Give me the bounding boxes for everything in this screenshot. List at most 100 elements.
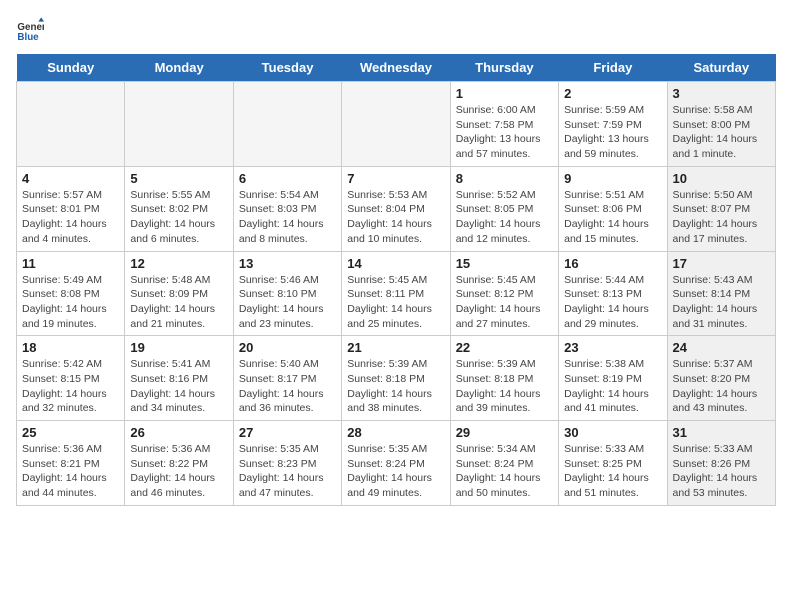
day-number: 7 (347, 171, 444, 186)
day-number: 17 (673, 256, 770, 271)
day-header-saturday: Saturday (667, 54, 775, 82)
day-header-sunday: Sunday (17, 54, 125, 82)
calendar-cell: 23 Sunrise: 5:38 AM Sunset: 8:19 PM Dayli… (559, 336, 667, 421)
calendar-cell: 27 Sunrise: 5:35 AM Sunset: 8:23 PM Dayli… (233, 421, 341, 506)
calendar-cell (233, 82, 341, 167)
calendar-cell: 19Sunrise: 5:41 AM Sunset: 8:16 PM Dayli… (125, 336, 233, 421)
day-info: Sunrise: 5:35 AM Sunset: 8:23 PM Dayligh… (239, 442, 336, 501)
day-info: Sunrise: 5:53 AM Sunset: 8:04 PM Dayligh… (347, 188, 444, 247)
calendar-cell: 3 Sunrise: 5:58 AM Sunset: 8:00 PM Daylig… (667, 82, 775, 167)
day-info: Sunrise: 5:45 AM Sunset: 8:12 PM Dayligh… (456, 273, 553, 332)
day-info: Sunrise: 5:54 AM Sunset: 8:03 PM Dayligh… (239, 188, 336, 247)
calendar-header: SundayMondayTuesdayWednesdayThursdayFrid… (17, 54, 776, 82)
calendar-cell: 25 Sunrise: 5:36 AM Sunset: 8:21 PM Dayli… (17, 421, 125, 506)
calendar-cell: 7 Sunrise: 5:53 AM Sunset: 8:04 PM Daylig… (342, 166, 450, 251)
calendar-cell: 31Sunrise: 5:33 AM Sunset: 8:26 PM Dayli… (667, 421, 775, 506)
day-number: 11 (22, 256, 119, 271)
day-number: 30 (564, 425, 661, 440)
day-number: 21 (347, 340, 444, 355)
day-info: Sunrise: 5:51 AM Sunset: 8:06 PM Dayligh… (564, 188, 661, 247)
day-info: Sunrise: 5:40 AM Sunset: 8:17 PM Dayligh… (239, 357, 336, 416)
day-header-thursday: Thursday (450, 54, 558, 82)
day-number: 12 (130, 256, 227, 271)
day-number: 25 (22, 425, 119, 440)
week-row-5: 25 Sunrise: 5:36 AM Sunset: 8:21 PM Dayli… (17, 421, 776, 506)
week-row-1: 1Sunrise: 6:00 AM Sunset: 7:58 PM Daylig… (17, 82, 776, 167)
calendar-cell: 26Sunrise: 5:36 AM Sunset: 8:22 PM Dayli… (125, 421, 233, 506)
calendar-body: 1Sunrise: 6:00 AM Sunset: 7:58 PM Daylig… (17, 82, 776, 506)
day-info: Sunrise: 5:55 AM Sunset: 8:02 PM Dayligh… (130, 188, 227, 247)
day-number: 26 (130, 425, 227, 440)
day-number: 13 (239, 256, 336, 271)
day-number: 28 (347, 425, 444, 440)
calendar-cell: 6 Sunrise: 5:54 AM Sunset: 8:03 PM Daylig… (233, 166, 341, 251)
calendar-table: SundayMondayTuesdayWednesdayThursdayFrid… (16, 54, 776, 506)
calendar-cell: 1Sunrise: 6:00 AM Sunset: 7:58 PM Daylig… (450, 82, 558, 167)
week-row-4: 18 Sunrise: 5:42 AM Sunset: 8:15 PM Dayli… (17, 336, 776, 421)
day-info: Sunrise: 5:48 AM Sunset: 8:09 PM Dayligh… (130, 273, 227, 332)
day-number: 5 (130, 171, 227, 186)
day-info: Sunrise: 5:52 AM Sunset: 8:05 PM Dayligh… (456, 188, 553, 247)
calendar-cell: 12 Sunrise: 5:48 AM Sunset: 8:09 PM Dayli… (125, 251, 233, 336)
calendar-cell: 11 Sunrise: 5:49 AM Sunset: 8:08 PM Dayli… (17, 251, 125, 336)
day-info: Sunrise: 5:35 AM Sunset: 8:24 PM Dayligh… (347, 442, 444, 501)
day-info: Sunrise: 5:42 AM Sunset: 8:15 PM Dayligh… (22, 357, 119, 416)
day-number: 18 (22, 340, 119, 355)
day-info: Sunrise: 6:00 AM Sunset: 7:58 PM Dayligh… (456, 103, 553, 162)
calendar-cell: 13 Sunrise: 5:46 AM Sunset: 8:10 PM Dayli… (233, 251, 341, 336)
day-info: Sunrise: 5:33 AM Sunset: 8:25 PM Dayligh… (564, 442, 661, 501)
calendar-cell: 30 Sunrise: 5:33 AM Sunset: 8:25 PM Dayli… (559, 421, 667, 506)
day-number: 22 (456, 340, 553, 355)
day-info: Sunrise: 5:49 AM Sunset: 8:08 PM Dayligh… (22, 273, 119, 332)
day-info: Sunrise: 5:50 AM Sunset: 8:07 PM Dayligh… (673, 188, 770, 247)
calendar-cell: 18 Sunrise: 5:42 AM Sunset: 8:15 PM Dayli… (17, 336, 125, 421)
svg-text:Blue: Blue (17, 32, 39, 43)
day-header-monday: Monday (125, 54, 233, 82)
day-number: 27 (239, 425, 336, 440)
calendar-cell (342, 82, 450, 167)
day-header-friday: Friday (559, 54, 667, 82)
calendar-cell: 8Sunrise: 5:52 AM Sunset: 8:05 PM Daylig… (450, 166, 558, 251)
logo-icon: General Blue (16, 16, 44, 44)
day-info: Sunrise: 5:38 AM Sunset: 8:19 PM Dayligh… (564, 357, 661, 416)
day-info: Sunrise: 5:39 AM Sunset: 8:18 PM Dayligh… (456, 357, 553, 416)
day-number: 10 (673, 171, 770, 186)
day-number: 29 (456, 425, 553, 440)
day-number: 16 (564, 256, 661, 271)
day-number: 2 (564, 86, 661, 101)
day-number: 14 (347, 256, 444, 271)
day-info: Sunrise: 5:36 AM Sunset: 8:21 PM Dayligh… (22, 442, 119, 501)
calendar-cell: 2 Sunrise: 5:59 AM Sunset: 7:59 PM Daylig… (559, 82, 667, 167)
day-number: 15 (456, 256, 553, 271)
day-info: Sunrise: 5:33 AM Sunset: 8:26 PM Dayligh… (673, 442, 770, 501)
day-number: 24 (673, 340, 770, 355)
day-number: 6 (239, 171, 336, 186)
calendar-cell: 24 Sunrise: 5:37 AM Sunset: 8:20 PM Dayli… (667, 336, 775, 421)
day-header-tuesday: Tuesday (233, 54, 341, 82)
week-row-3: 11 Sunrise: 5:49 AM Sunset: 8:08 PM Dayli… (17, 251, 776, 336)
calendar-cell: 10 Sunrise: 5:50 AM Sunset: 8:07 PM Dayli… (667, 166, 775, 251)
day-info: Sunrise: 5:44 AM Sunset: 8:13 PM Dayligh… (564, 273, 661, 332)
day-info: Sunrise: 5:45 AM Sunset: 8:11 PM Dayligh… (347, 273, 444, 332)
calendar-cell: 15 Sunrise: 5:45 AM Sunset: 8:12 PM Dayli… (450, 251, 558, 336)
calendar-cell: 14 Sunrise: 5:45 AM Sunset: 8:11 PM Dayli… (342, 251, 450, 336)
day-info: Sunrise: 5:58 AM Sunset: 8:00 PM Dayligh… (673, 103, 770, 162)
day-number: 3 (673, 86, 770, 101)
calendar-cell: 22 Sunrise: 5:39 AM Sunset: 8:18 PM Dayli… (450, 336, 558, 421)
calendar-cell: 29Sunrise: 5:34 AM Sunset: 8:24 PM Dayli… (450, 421, 558, 506)
day-number: 4 (22, 171, 119, 186)
day-number: 23 (564, 340, 661, 355)
calendar-cell: 28 Sunrise: 5:35 AM Sunset: 8:24 PM Dayli… (342, 421, 450, 506)
calendar-cell: 5 Sunrise: 5:55 AM Sunset: 8:02 PM Daylig… (125, 166, 233, 251)
calendar-cell: 16 Sunrise: 5:44 AM Sunset: 8:13 PM Dayli… (559, 251, 667, 336)
day-header-wednesday: Wednesday (342, 54, 450, 82)
day-info: Sunrise: 5:39 AM Sunset: 8:18 PM Dayligh… (347, 357, 444, 416)
day-info: Sunrise: 5:59 AM Sunset: 7:59 PM Dayligh… (564, 103, 661, 162)
week-row-2: 4Sunrise: 5:57 AM Sunset: 8:01 PM Daylig… (17, 166, 776, 251)
day-info: Sunrise: 5:37 AM Sunset: 8:20 PM Dayligh… (673, 357, 770, 416)
calendar-cell: 17Sunrise: 5:43 AM Sunset: 8:14 PM Dayli… (667, 251, 775, 336)
day-number: 20 (239, 340, 336, 355)
calendar-cell: 20 Sunrise: 5:40 AM Sunset: 8:17 PM Dayli… (233, 336, 341, 421)
day-info: Sunrise: 5:46 AM Sunset: 8:10 PM Dayligh… (239, 273, 336, 332)
day-info: Sunrise: 5:41 AM Sunset: 8:16 PM Dayligh… (130, 357, 227, 416)
